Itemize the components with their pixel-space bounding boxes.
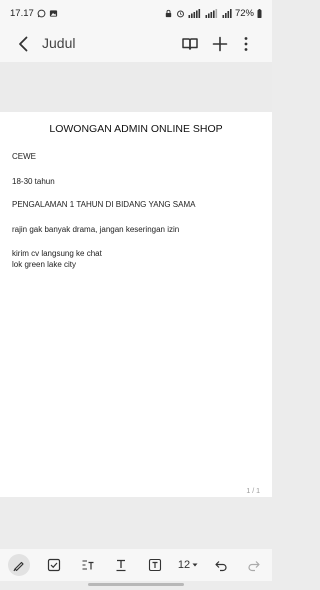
doc-line-experience[interactable]: PENGALAMAN 1 TAHUN DI BIDANG YANG SAMA xyxy=(12,200,195,209)
doc-line-location[interactable]: lok green lake city xyxy=(12,260,76,269)
undo-icon xyxy=(215,561,227,572)
back-button[interactable] xyxy=(14,34,34,54)
note-title[interactable]: Judul xyxy=(42,35,75,51)
redo-icon xyxy=(248,561,260,572)
battery-percentage: 72% xyxy=(234,8,254,19)
signal-icon xyxy=(222,9,232,18)
text-style-icon xyxy=(82,560,94,570)
checkbox-button[interactable] xyxy=(44,555,64,575)
lock-icon xyxy=(165,9,172,18)
text-style-button[interactable] xyxy=(78,555,98,575)
page-indicator: 1 / 1 xyxy=(246,488,260,495)
document-title[interactable]: LOWONGAN ADMIN ONLINE SHOP xyxy=(0,123,272,135)
doc-line-gender[interactable]: CEWE xyxy=(12,152,36,161)
text-box-button[interactable] xyxy=(145,555,165,575)
battery-icon xyxy=(257,9,262,18)
text-format-icon xyxy=(116,559,126,572)
font-size-dropdown[interactable]: 12 xyxy=(175,555,201,575)
more-options-icon[interactable] xyxy=(236,34,256,54)
volte-signal-icon xyxy=(188,9,201,18)
whatsapp-icon xyxy=(37,9,46,18)
status-left: 17.17 xyxy=(10,8,58,19)
undo-button[interactable] xyxy=(211,555,231,575)
doc-line-age[interactable]: 18-30 tahun xyxy=(12,177,55,186)
app-bar: Judul xyxy=(0,26,272,62)
font-size-value: 12 xyxy=(177,559,191,571)
status-bar: 17.17 72% xyxy=(0,0,272,26)
editing-toolbar: 12 xyxy=(0,549,272,581)
bottom-spacer xyxy=(0,497,272,549)
status-time: 17.17 xyxy=(10,8,34,19)
alarm-icon xyxy=(177,10,184,18)
text-box-icon xyxy=(148,558,162,572)
status-right: 72% xyxy=(164,8,262,19)
top-spacer xyxy=(0,62,272,112)
read-mode-icon[interactable] xyxy=(180,34,200,54)
pen-button[interactable] xyxy=(8,554,30,576)
pen-icon xyxy=(13,561,24,572)
redo-button[interactable] xyxy=(244,555,264,575)
chevron-down-icon xyxy=(192,563,198,567)
note-page[interactable]: LOWONGAN ADMIN ONLINE SHOP CEWE 18-30 ta… xyxy=(0,112,272,497)
gallery-icon xyxy=(49,10,57,17)
doc-line-contact[interactable]: kirim cv langsung ke chat xyxy=(12,249,102,258)
volte-signal-2-icon xyxy=(205,9,218,18)
text-format-button[interactable] xyxy=(111,555,131,575)
add-icon[interactable] xyxy=(210,34,230,54)
home-indicator[interactable] xyxy=(88,583,184,586)
doc-line-attitude[interactable]: rajin gak banyak drama, jangan keseringa… xyxy=(12,225,179,234)
checkbox-icon xyxy=(47,558,61,572)
